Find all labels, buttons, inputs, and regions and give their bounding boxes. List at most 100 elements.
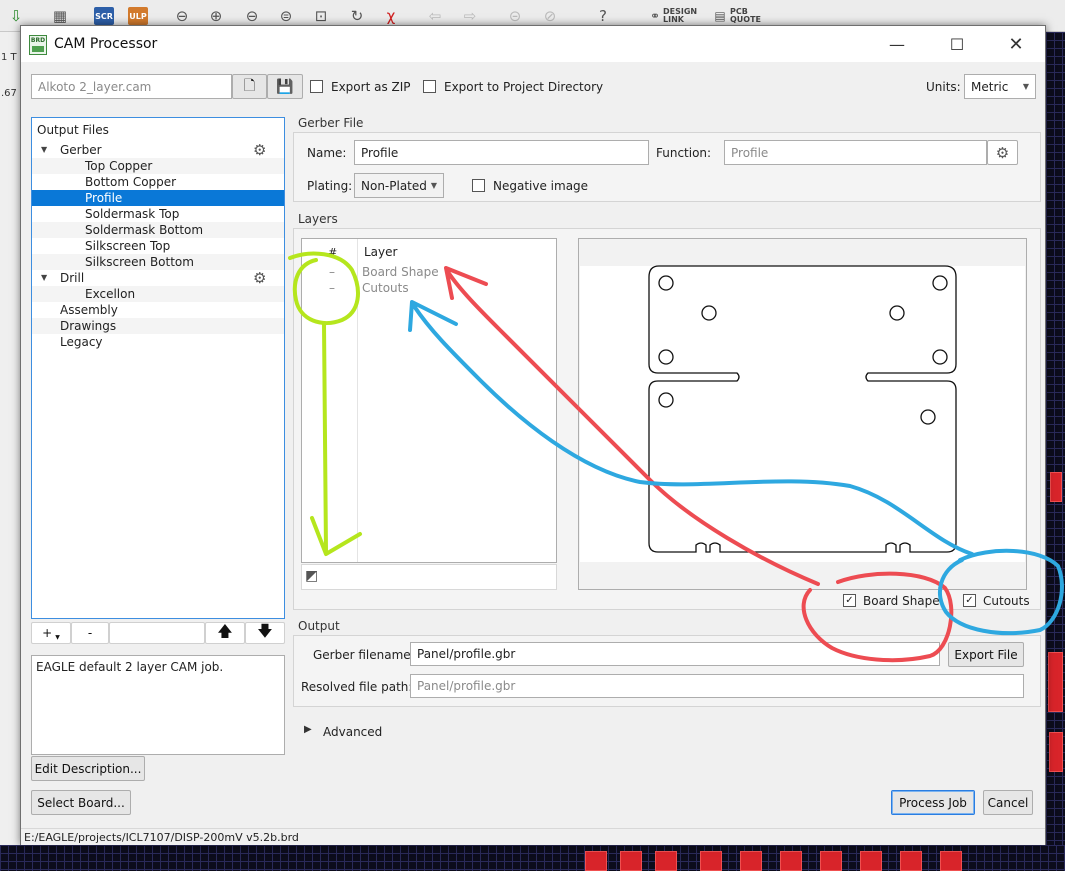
layer-row-num: – bbox=[329, 265, 335, 279]
zoom-in-icon[interactable]: ⊕ bbox=[206, 6, 226, 26]
negative-image-checkbox[interactable] bbox=[472, 179, 485, 192]
redo-icon[interactable]: ⇨ bbox=[460, 6, 480, 26]
arrow-up-icon: 🡅 bbox=[217, 621, 233, 640]
board-shape-preview-checkbox[interactable]: ✓ bbox=[843, 594, 856, 607]
tree-item-silkscreen-top[interactable]: Silkscreen Top bbox=[32, 238, 284, 254]
board-preview bbox=[578, 238, 1027, 590]
undo-icon[interactable]: ⇦ bbox=[425, 6, 445, 26]
tree-item-assembly[interactable]: Assembly bbox=[32, 302, 284, 318]
tree-item-silkscreen-bottom[interactable]: Silkscreen Bottom bbox=[32, 254, 284, 270]
scr-icon[interactable]: SCR bbox=[94, 7, 114, 25]
layer-num-header: # bbox=[328, 246, 338, 259]
tree-item-drill[interactable]: ▼ Drill ⚙ bbox=[32, 270, 284, 286]
function-settings-button[interactable]: ⚙ bbox=[987, 140, 1018, 165]
zoom-select-icon[interactable]: ⊜ bbox=[276, 6, 296, 26]
tree-item-soldermask-top[interactable]: Soldermask Top bbox=[32, 206, 284, 222]
gerber-function-input[interactable]: Profile bbox=[724, 140, 987, 165]
board-pad bbox=[1048, 652, 1063, 712]
brd-app-icon: BRD bbox=[29, 35, 47, 55]
zoom-out-icon[interactable]: ⊖ bbox=[242, 6, 262, 26]
close-icon[interactable]: ✕ bbox=[996, 30, 1036, 58]
gerber-name-input[interactable]: Profile bbox=[354, 140, 649, 165]
edit-description-button[interactable]: Edit Description... bbox=[31, 756, 145, 781]
eagle-left-panel: 1 T .67 bbox=[0, 32, 20, 871]
tree-item-excellon[interactable]: Excellon bbox=[32, 286, 284, 302]
save-job-button[interactable]: 💾 bbox=[267, 74, 303, 99]
resolved-path-field: Panel/profile.gbr bbox=[410, 674, 1024, 698]
design-link-label[interactable]: DESIGN LINK bbox=[663, 8, 697, 24]
export-project-dir-checkbox[interactable] bbox=[423, 80, 436, 93]
redraw-icon[interactable]: ↻ bbox=[347, 6, 367, 26]
arrow-down-icon: 🡇 bbox=[257, 621, 273, 640]
title-bar[interactable]: BRD CAM Processor — ☐ ✕ bbox=[21, 26, 1045, 62]
add-output-button[interactable]: + ▼ bbox=[31, 622, 71, 644]
tree-item-drawings[interactable]: Drawings bbox=[32, 318, 284, 334]
gear-icon[interactable]: ⚙ bbox=[253, 142, 266, 158]
name-label: Name: bbox=[307, 146, 347, 160]
process-job-button[interactable]: Process Job bbox=[891, 790, 975, 815]
tree-item-bottom-copper[interactable]: Bottom Copper bbox=[32, 174, 284, 190]
zoom-area-icon[interactable]: ⊡ bbox=[311, 6, 331, 26]
remove-output-button[interactable]: - bbox=[71, 622, 109, 644]
export-file-button[interactable]: Export File bbox=[948, 642, 1024, 667]
cutouts-preview-label: Cutouts bbox=[983, 594, 1030, 608]
cutouts-preview-checkbox[interactable]: ✓ bbox=[963, 594, 976, 607]
minimize-icon[interactable]: — bbox=[877, 30, 917, 58]
cam-job-file-field[interactable]: Alkoto 2_layer.cam bbox=[31, 74, 232, 99]
status-bar-path: E:/EAGLE/projects/ICL7107/DISP-200mV v5.… bbox=[21, 828, 1045, 845]
maximize-icon[interactable]: ☐ bbox=[937, 30, 977, 58]
tree-item-legacy[interactable]: Legacy bbox=[32, 334, 284, 350]
column-divider bbox=[357, 239, 358, 562]
layer-row-board-shape[interactable]: Board Shape bbox=[362, 265, 439, 279]
tree-toolbar-spacer bbox=[109, 622, 205, 644]
plating-label: Plating: bbox=[307, 179, 353, 193]
eagle-board-canvas[interactable] bbox=[1046, 32, 1065, 871]
stop-icon[interactable]: ⊝ bbox=[505, 6, 525, 26]
units-select[interactable]: Metric ▼ bbox=[964, 74, 1036, 99]
gear-icon[interactable]: ⚙ bbox=[253, 270, 266, 286]
gerber-filename-input[interactable]: Panel/profile.gbr bbox=[410, 642, 940, 666]
help-icon[interactable]: ? bbox=[593, 6, 613, 26]
design-link-icon[interactable]: ⚭ bbox=[645, 6, 665, 26]
negative-image-label: Negative image bbox=[493, 179, 589, 193]
layer-stack-toolbar: ◩ bbox=[301, 564, 557, 590]
layer-row-cutouts[interactable]: Cutouts bbox=[362, 281, 409, 295]
layers-table: # Layer – Board Shape – Cutouts bbox=[301, 238, 557, 563]
plating-select[interactable]: Non-Plated ▼ bbox=[354, 173, 444, 198]
window-title: CAM Processor bbox=[54, 36, 158, 52]
expand-arrow-icon[interactable]: ▼ bbox=[41, 142, 47, 158]
open-job-button[interactable]: 🗋 bbox=[232, 74, 267, 99]
chevron-down-icon: ▼ bbox=[55, 633, 60, 641]
layer-stack-icon[interactable]: ◩ bbox=[305, 568, 318, 584]
ulp-icon[interactable]: ULP bbox=[128, 7, 148, 25]
eagle-board-canvas-bottom[interactable] bbox=[0, 845, 1065, 871]
advanced-label[interactable]: Advanced bbox=[323, 725, 382, 739]
zoom-fit-icon[interactable]: ⊖ bbox=[172, 6, 192, 26]
board-preview-svg bbox=[580, 265, 1025, 562]
board-pad bbox=[940, 851, 962, 871]
library-icon[interactable]: ▦ bbox=[50, 6, 70, 26]
expand-arrow-icon[interactable]: ▼ bbox=[41, 270, 47, 286]
ratsnest-icon[interactable]: χ bbox=[381, 6, 401, 26]
tree-item-top-copper[interactable]: Top Copper bbox=[32, 158, 284, 174]
pcb-quote-label[interactable]: PCB QUOTE bbox=[730, 8, 761, 24]
board-pad bbox=[740, 851, 762, 871]
function-label: Function: bbox=[656, 146, 712, 160]
move-up-button[interactable]: 🡅 bbox=[205, 622, 245, 644]
board-pad bbox=[900, 851, 922, 871]
layer-row-num: – bbox=[329, 281, 335, 295]
board-pad bbox=[820, 851, 842, 871]
move-down-button[interactable]: 🡇 bbox=[245, 622, 285, 644]
pcb-quote-icon[interactable]: ▤ bbox=[710, 6, 730, 26]
output-files-tree: Output Files ▼ Gerber ⚙ Top Copper Botto… bbox=[31, 117, 285, 619]
go-icon[interactable]: ⊘ bbox=[540, 6, 560, 26]
tree-item-gerber[interactable]: ▼ Gerber ⚙ bbox=[32, 142, 284, 158]
select-board-button[interactable]: Select Board... bbox=[31, 790, 131, 815]
tree-item-profile[interactable]: Profile bbox=[32, 190, 284, 206]
advanced-expand-icon[interactable]: ▶ bbox=[304, 724, 312, 735]
import-icon[interactable]: ⇩ bbox=[6, 6, 26, 26]
cancel-button[interactable]: Cancel bbox=[983, 790, 1033, 815]
export-zip-checkbox[interactable] bbox=[310, 80, 323, 93]
tree-item-soldermask-bottom[interactable]: Soldermask Bottom bbox=[32, 222, 284, 238]
preview-canvas bbox=[580, 266, 1025, 562]
